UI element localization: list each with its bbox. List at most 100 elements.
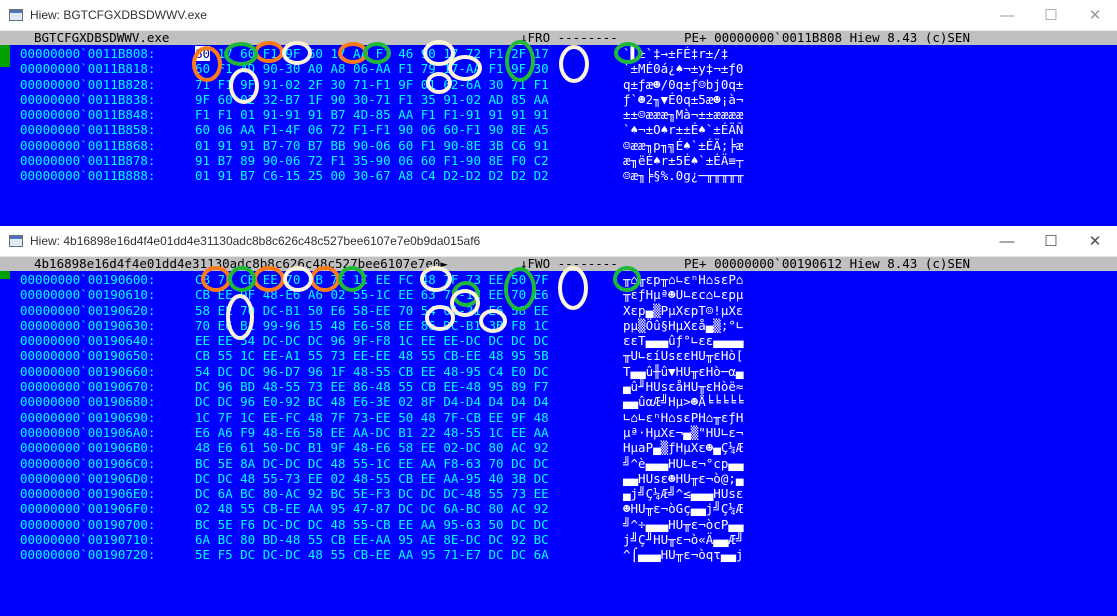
minimize-button[interactable]: — — [985, 226, 1029, 256]
selected-byte[interactable]: 60 — [195, 46, 211, 61]
status-mode: ↓FWO -------- — [520, 256, 618, 271]
status-filename: BGTCFGXDBSDWWV.exe — [34, 30, 170, 45]
row-bytes[interactable]: DC DC 96 E0-92 BC 48 E6-3E 02 8F D4-D4 D… — [195, 394, 549, 409]
row-offset: 00000000`001906D0: — [20, 470, 156, 486]
row-ascii: ☺ææ╖p╖╗É♠`±ÉÄ;╞æ — [623, 137, 744, 153]
row-ascii: ±±☺æææ╖Mà¬±±ææææ — [623, 107, 744, 123]
annotation-cream-ellipse — [558, 266, 588, 310]
row-bytes[interactable]: 71 F1 9F 91-02 2F 30 71-F1 9F 01 62-6A 3… — [195, 77, 549, 92]
row-bytes[interactable]: 5E F5 DC DC-DC 48 55 CB-EE AA 95 71-E7 D… — [195, 547, 549, 562]
row-offset: 00000000`001906E0: — [20, 486, 156, 502]
row-offset: 00000000`001906B0: — [20, 440, 156, 456]
row-offset: 00000000`00190700: — [20, 516, 156, 532]
row-bytes[interactable]: E6 A6 F9 48-E6 58 EE AA-DC B1 22 48-55 1… — [195, 425, 549, 440]
maximize-button[interactable]: ☐ — [1029, 0, 1073, 30]
minimize-button[interactable]: — — [985, 0, 1029, 30]
row-offset: 00000000`0011B878: — [20, 153, 156, 169]
row-ascii: ▄û╜HUsεåHU╥εHòë≈ — [623, 379, 744, 395]
hiew-window-2: Hiew: 4b16898e16d4f4e01dd4e31130adc8b8c6… — [0, 226, 1117, 616]
status-info: PE+ 00000000`0011B808 Hiew 8.43 (c)SEN — [684, 30, 970, 45]
row-offset: 00000000`00190680: — [20, 394, 156, 410]
maximize-button[interactable]: ☐ — [1029, 226, 1073, 256]
status-mode: ↓FRO -------- — [520, 30, 618, 45]
row-offset: 00000000`001906A0: — [20, 424, 156, 440]
row-ascii: ╝^÷▄▄▄HU╥ε¬òcP▄▄ — [623, 516, 744, 532]
cursor-marker — [0, 271, 10, 279]
row-ascii: `±MÉ0á¿♠¬±y‡¬±ƒ0 — [623, 61, 744, 77]
row-bytes[interactable]: CB 55 1C EE-A1 55 73 EE-EE 48 55 CB-EE 4… — [195, 348, 549, 363]
row-offset: 00000000`00190660: — [20, 363, 156, 379]
row-offset: 00000000`001906F0: — [20, 501, 156, 517]
row-bytes[interactable]: 01 91 B7 C6-15 25 00 30-67 A8 C4 D2-D2 D… — [195, 168, 549, 183]
close-button[interactable]: ✕ — [1073, 226, 1117, 256]
row-ascii: µª·HµXε¬▄▒"HU∟ε¬ — [623, 424, 744, 440]
row-offset: 00000000`0011B868: — [20, 137, 156, 153]
row-bytes[interactable]: 9F 60 02 32-B7 1F 90 30-71 F1 35 91-02 A… — [195, 92, 549, 107]
row-bytes[interactable]: 48 E6 61 50-DC B1 9F 48-E6 58 EE 02-DC 8… — [195, 440, 549, 455]
row-offset: 00000000`00190600: — [20, 272, 156, 287]
status-filename: 4b16898e16d4f4e01dd4e31130adc8b8c626c48c… — [34, 256, 448, 271]
row-bytes[interactable]: CB 7F CB EE 70 CB 7F 1C EE FC 48 7F 73 E… — [195, 272, 549, 287]
row-ascii: ☺æ╖╞§%.0g¿─╥╥╥╥╥ — [623, 168, 744, 184]
window-title: Hiew: BGTCFGXDBSDWWV.exe — [30, 8, 207, 22]
row-bytes[interactable]: 01 91 91 B7-70 B7 BB 90-06 60 F1 90-8E 3… — [195, 138, 549, 153]
row-offset: 00000000`00190640: — [20, 333, 156, 349]
row-ascii: æ╖ëÉ♠r±5É♠`±ÉÄ≡┬ — [623, 153, 744, 169]
row-offset: 00000000`00190720: — [20, 547, 156, 563]
close-button[interactable]: ✕ — [1073, 0, 1117, 30]
title-bar: Hiew: 4b16898e16d4f4e01dd4e31130adc8b8c6… — [0, 226, 1117, 257]
row-bytes[interactable]: EE EE 54 DC-DC DC 96 9F-F8 1C EE EE-DC D… — [195, 333, 549, 348]
row-ascii: ╥εƒHµª☻U∟εc⌂∟εpµ — [623, 287, 744, 303]
status-line: BGTCFGXDBSDWWV.exe ↓FRO -------- PE+ 000… — [0, 31, 1117, 45]
row-bytes[interactable]: CB EE 9F 48-E6 A6 02 55-1C EE 63 7F-1C E… — [195, 287, 549, 302]
row-offset: 00000000`0011B808: — [20, 46, 156, 61]
row-bytes[interactable]: DC DC 48 55-73 EE 02 48-55 CB EE AA-95 4… — [195, 471, 549, 486]
row-ascii: ▄▄HUsε☻HU╥ε¬ò@;▄ — [623, 470, 744, 486]
row-bytes[interactable]: DC 6A BC 80-AC 92 BC 5E-F3 DC DC DC-48 5… — [195, 486, 549, 501]
row-bytes[interactable]: 6A BC 80 BD-48 55 CB EE-AA 95 AE 8E-DC D… — [195, 532, 549, 547]
row-bytes[interactable]: 70 E6 B1 99-96 15 48 E6-58 EE 86 DC-B1 3… — [195, 318, 549, 333]
row-ascii: q±ƒæ☻/0q±ƒ☺bj0q± — [623, 76, 744, 92]
row-ascii: j╝Ç╜HU╥ε¬ò«Ä▄▄Æ╝ — [623, 532, 744, 548]
row-bytes-rest: 17 60 F1 9F 60 17 AA F1 46 90 17 72 F1 2… — [210, 46, 549, 61]
row-bytes[interactable]: 58 EE 70 DC-B1 50 E6 58-EE 70 54 01-21 E… — [195, 303, 549, 318]
app-icon — [9, 9, 23, 21]
row-ascii: ╝^è▄▄▄HU∟ε¬°cp▄▄ — [623, 455, 744, 471]
row-ascii: ▄j╝Ç¼Æ╝^≤▄▄▄HUsε — [623, 486, 744, 502]
row-offset: 00000000`00190620: — [20, 302, 156, 318]
row-ascii: T▄▄û╫û▼HU╥εHò─α▄ — [623, 363, 744, 379]
row-bytes[interactable]: 1C 7F 1C EE-FC 48 7F 73-EE 50 48 7F-CB E… — [195, 410, 549, 425]
row-ascii: ▄▄ûαÆ╝Hµ>☻Å╘╘╘╘╘ — [623, 394, 744, 410]
row-offset: 00000000`0011B858: — [20, 122, 156, 138]
row-offset: 00000000`00190710: — [20, 532, 156, 548]
row-bytes[interactable]: 02 48 55 CB-EE AA 95 47-87 DC DC 6A-BC 8… — [195, 501, 549, 516]
row-ascii: ╥U∟εíUsεεHU╥εHò[ — [623, 348, 744, 364]
row-bytes[interactable]: 54 DC DC 96-D7 96 1F 48-55 CB EE 48-95 C… — [195, 364, 549, 379]
row-offset: 00000000`00190690: — [20, 409, 156, 425]
row-bytes[interactable]: DC 96 BD 48-55 73 EE 86-48 55 CB EE-48 9… — [195, 379, 549, 394]
status-info: PE+ 00000000`00190612 Hiew 8.43 (c)SEN — [684, 256, 970, 271]
row-offset: 00000000`00190650: — [20, 348, 156, 364]
hiew-window-1: Hiew: BGTCFGXDBSDWWV.exe — ☐ ✕ BGTCFGXDB… — [0, 0, 1117, 226]
row-offset: 00000000`0011B818: — [20, 61, 156, 77]
row-bytes[interactable]: 60 17 60 F1 9F 60 17 AA F1 46 90 17 72 F… — [195, 46, 549, 61]
status-line: 4b16898e16d4f4e01dd4e31130adc8b8c626c48c… — [0, 257, 1117, 271]
row-bytes[interactable]: 60 06 AA F1-4F 06 72 F1-F1 90 06 60-F1 9… — [195, 122, 549, 137]
row-bytes[interactable]: 60 F1 4D 90-30 A0 A8 06-AA F1 79 17-AA F… — [195, 61, 549, 76]
row-bytes[interactable]: BC 5E F6 DC-DC DC 48 55-CB EE AA 95-63 5… — [195, 517, 549, 532]
row-bytes[interactable]: 91 B7 89 90-06 72 F1 35-90 06 60 F1-90 8… — [195, 153, 549, 168]
row-offset: 00000000`0011B848: — [20, 107, 156, 123]
row-offset: 00000000`0011B888: — [20, 168, 156, 184]
row-bytes[interactable]: F1 F1 01 91-91 91 B7 4D-85 AA F1 F1-91 9… — [195, 107, 549, 122]
app-icon — [9, 235, 23, 247]
row-ascii: εεT▄▄▄ûƒ°∟εε▄▄▄▄ — [623, 333, 744, 349]
row-bytes[interactable]: BC 5E 8A DC-DC DC 48 55-1C EE AA F8-63 7… — [195, 456, 549, 471]
row-ascii: ∟⌂∟εⁿH⌂sεPH⌂╥εƒH — [623, 409, 744, 425]
row-offset: 00000000`0011B828: — [20, 76, 156, 92]
cursor-marker — [0, 45, 10, 67]
window-title: Hiew: 4b16898e16d4f4e01dd4e31130adc8b8c6… — [30, 234, 481, 248]
title-bar: Hiew: BGTCFGXDBSDWWV.exe — ☐ ✕ — [0, 0, 1117, 31]
row-ascii: HµaP▄▒ƒHµXε☻▄Ç¼Æ — [623, 440, 744, 456]
row-offset: 00000000`00190670: — [20, 379, 156, 395]
row-ascii: `♠¬±O♠r±±É♠`±ÉÄÑ — [623, 122, 744, 138]
